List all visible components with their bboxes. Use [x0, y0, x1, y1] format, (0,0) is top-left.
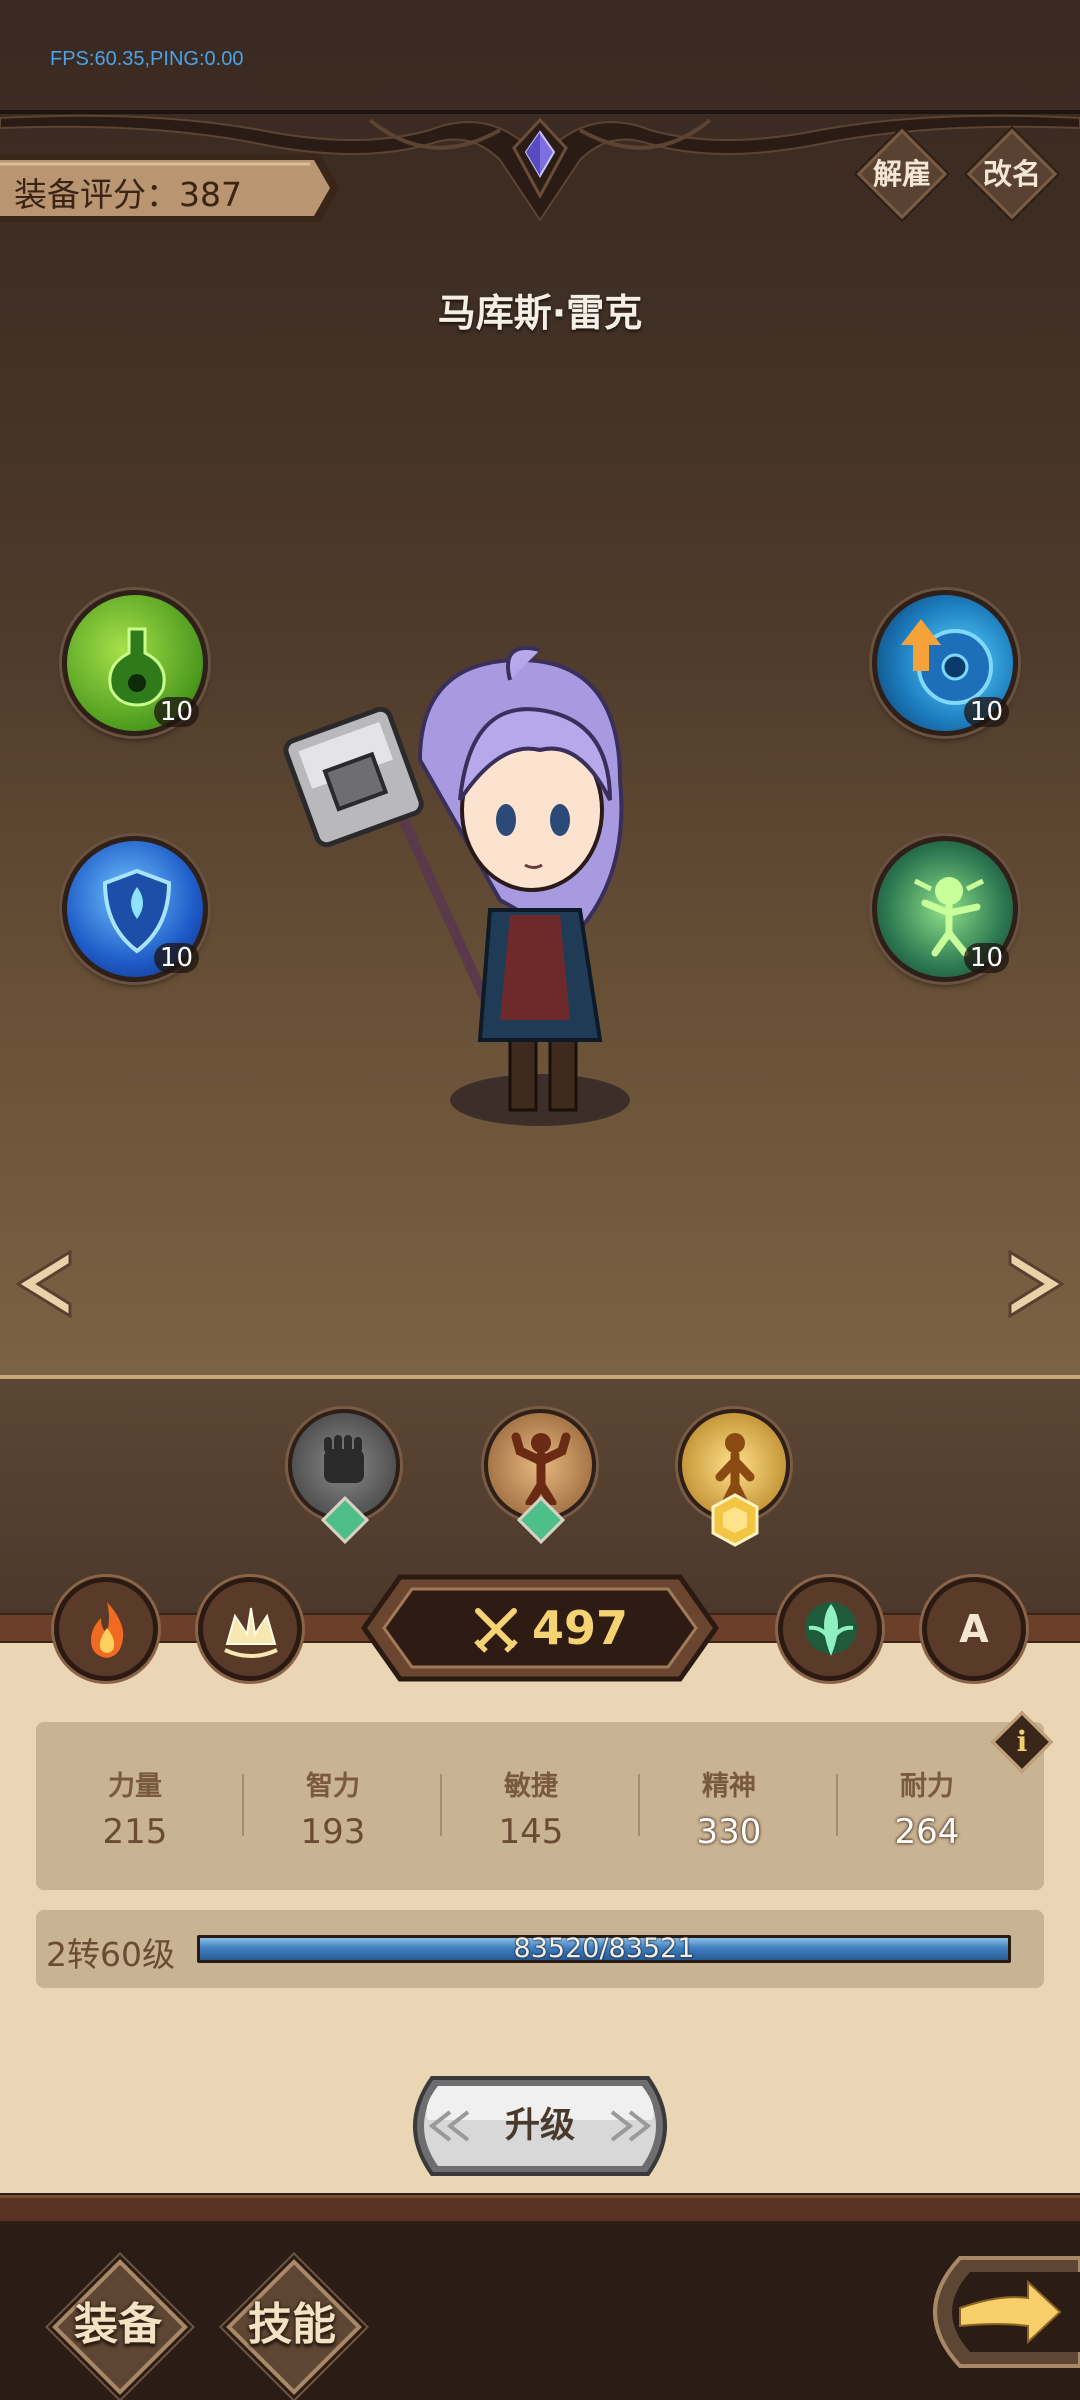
fps-readout: FPS:60.35,PING:0.00	[50, 48, 244, 70]
power-display: 497	[360, 1573, 720, 1683]
previous-hero-arrow[interactable]	[12, 1248, 76, 1320]
skill-level: 10	[963, 943, 1009, 973]
spirit-element-button[interactable]	[778, 1577, 882, 1681]
skill-slot-shield[interactable]: 10	[62, 836, 208, 982]
crown-burst-icon	[224, 1607, 278, 1658]
poison-potion-icon	[108, 627, 166, 707]
skill-slot-goblin[interactable]: 10	[872, 836, 1018, 982]
muscle-man-icon	[511, 1432, 571, 1505]
crown-burst-button[interactable]	[198, 1577, 302, 1681]
footer-divider	[0, 2195, 1080, 2221]
xp-progress-text: 83520/83521	[513, 1933, 695, 1964]
fire-icon	[91, 1602, 124, 1658]
fire-element-button[interactable]	[54, 1577, 158, 1681]
auto-mode-button[interactable]: A	[922, 1577, 1026, 1681]
equipment-score: 装备评分：387	[14, 175, 242, 214]
shield-ward-icon	[102, 868, 172, 954]
stat-intelligence: 智力 193	[300, 1771, 366, 1852]
level-label: 2转60级	[46, 1935, 175, 1974]
skill-level: 10	[963, 697, 1009, 727]
crystal-emblem-icon	[512, 118, 568, 198]
hero-character-sprite	[283, 646, 630, 1126]
combat-power-value: 497	[532, 1601, 629, 1655]
crossed-swords-icon	[474, 1608, 518, 1653]
stat-strength: 力量 215	[102, 1771, 168, 1852]
next-hero-arrow[interactable]	[1004, 1248, 1068, 1320]
equipment-tab-button[interactable]: 装备	[48, 2255, 188, 2395]
hero-name: 马库斯·雷克	[437, 291, 643, 335]
trait-gem-gold	[711, 1493, 759, 1547]
stat-agility: 敏捷 145	[498, 1771, 564, 1852]
skill-level: 10	[153, 943, 199, 973]
hero-display-area: FPS:60.35,PING:0.00 装备评分：387 解雇 改名 马库斯·雷…	[0, 0, 1080, 1375]
skill-slot-disc[interactable]: 10	[872, 590, 1018, 736]
dismiss-button[interactable]: 解雇	[856, 128, 948, 220]
stat-spirit: 精神 330	[696, 1771, 762, 1852]
rename-button[interactable]: 改名	[966, 128, 1058, 220]
iron-fist-icon	[324, 1435, 364, 1483]
info-icon: i	[1016, 1725, 1028, 1758]
skill-level: 10	[153, 697, 199, 727]
upgrade-label: 升级	[504, 2106, 575, 2146]
back-button[interactable]	[900, 2250, 1080, 2374]
auto-mode-label: A	[959, 1607, 989, 1651]
stats-panel: 力量 215 智力 193 敏捷 145 精神 330 耐力 264	[36, 1722, 1044, 1890]
skills-tab-button[interactable]: 技能	[222, 2255, 362, 2395]
skill-slot-poison[interactable]: 10	[62, 590, 208, 736]
spirit-icon	[805, 1602, 857, 1656]
